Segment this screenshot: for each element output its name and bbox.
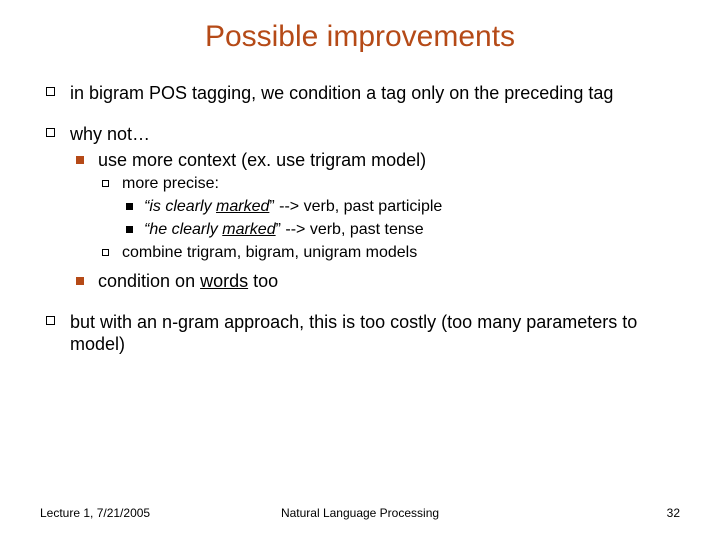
bullet-text: but with an n-gram approach, this is too… xyxy=(70,312,637,355)
bullet-text: condition on xyxy=(98,271,200,291)
bullet-list: in bigram POS tagging, we condition a ta… xyxy=(40,82,680,356)
example-underlined: marked xyxy=(222,221,275,238)
bullet-text: too xyxy=(248,271,278,291)
bullet-text: combine trigram, bigram, unigram models xyxy=(122,244,417,261)
underlined-word: words xyxy=(200,271,248,291)
bullet-item: combine trigram, bigram, unigram models xyxy=(98,243,680,264)
bullet-item: more precise: “is clearly marked” --> ve… xyxy=(98,174,680,240)
bullet-item: “is clearly marked” --> verb, past parti… xyxy=(122,197,680,218)
bullet-item: “he clearly marked” --> verb, past tense xyxy=(122,220,680,241)
example-underlined: marked xyxy=(216,198,269,215)
example-text: clearly xyxy=(167,221,222,238)
bullet-text: in bigram POS tagging, we condition a ta… xyxy=(70,83,613,103)
example-text: clearly xyxy=(161,198,216,215)
bullet-item: in bigram POS tagging, we condition a ta… xyxy=(40,82,680,105)
bullet-item: why not… use more context (ex. use trigr… xyxy=(40,123,680,293)
example-word: he xyxy=(149,221,167,238)
bullet-text: more precise: xyxy=(122,175,219,192)
bullet-item: condition on words too xyxy=(70,270,680,293)
example-tail: ” --> verb, past participle xyxy=(269,198,442,215)
example-tail: ” --> verb, past tense xyxy=(276,221,424,238)
bullet-text: use more context (ex. use trigram model) xyxy=(98,150,426,170)
footer-center: Natural Language Processing xyxy=(40,506,680,520)
slide: Possible improvements in bigram POS tagg… xyxy=(0,0,720,540)
slide-title: Possible improvements xyxy=(40,20,680,54)
bullet-text: why not… xyxy=(70,124,150,144)
bullet-item: use more context (ex. use trigram model)… xyxy=(70,149,680,264)
bullet-item: but with an n-gram approach, this is too… xyxy=(40,311,680,356)
example-word: is xyxy=(149,198,161,215)
slide-footer: Lecture 1, 7/21/2005 Natural Language Pr… xyxy=(40,506,680,520)
